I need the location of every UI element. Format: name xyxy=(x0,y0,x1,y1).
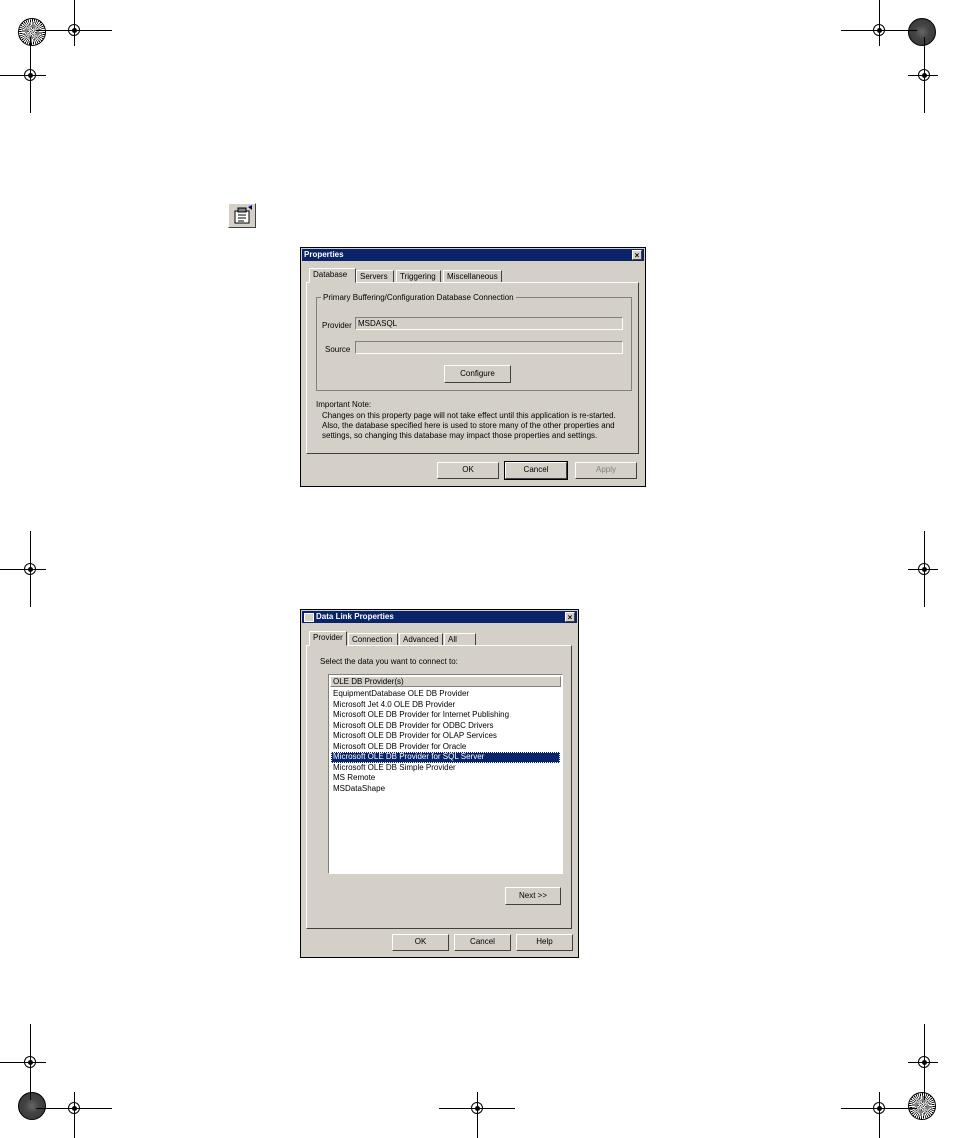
color-target-icon xyxy=(908,1092,936,1120)
provider-field[interactable]: MSDASQL xyxy=(355,317,623,330)
properties-title: Properties xyxy=(304,250,344,259)
color-target-icon xyxy=(18,18,46,46)
cancel-button[interactable]: Cancel xyxy=(454,934,511,951)
close-icon[interactable]: × xyxy=(565,612,575,622)
list-item[interactable]: Microsoft OLE DB Provider for Oracle xyxy=(331,742,560,753)
properties-title-bar[interactable]: Properties × xyxy=(302,249,644,261)
source-field[interactable] xyxy=(355,341,623,354)
close-icon[interactable]: × xyxy=(632,250,642,260)
tab-provider[interactable]: Provider xyxy=(309,631,347,646)
data-link-dialog: Data Link Properties × Provider Connecti… xyxy=(300,609,579,958)
provider-list[interactable]: OLE DB Provider(s) EquipmentDatabase OLE… xyxy=(328,674,563,874)
ok-button[interactable]: OK xyxy=(392,934,449,951)
list-item[interactable]: MSDataShape xyxy=(331,784,560,795)
cancel-button[interactable]: Cancel xyxy=(504,461,568,480)
properties-dialog: Properties × Database Servers Triggering… xyxy=(300,247,646,487)
list-item[interactable]: Microsoft OLE DB Simple Provider xyxy=(331,763,560,774)
select-data-instruction: Select the data you want to connect to: xyxy=(320,657,458,666)
data-link-app-icon xyxy=(304,613,314,622)
provider-list-header[interactable]: OLE DB Provider(s) xyxy=(330,676,561,687)
help-button[interactable]: Help xyxy=(516,934,573,951)
connection-group-label: Primary Buffering/Configuration Database… xyxy=(321,293,516,302)
list-item[interactable]: Microsoft OLE DB Provider for ODBC Drive… xyxy=(331,721,560,732)
source-label: Source xyxy=(325,345,351,354)
provider-tab-panel: Select the data you want to connect to: … xyxy=(306,645,572,929)
ok-button[interactable]: OK xyxy=(437,462,499,479)
data-link-title-bar[interactable]: Data Link Properties × xyxy=(302,611,577,623)
list-item[interactable]: Microsoft Jet 4.0 OLE DB Provider xyxy=(331,700,560,711)
note-line: Also, the database specified here is use… xyxy=(322,421,615,430)
configure-button[interactable]: Configure xyxy=(444,365,511,383)
next-button[interactable]: Next >> xyxy=(505,887,561,905)
data-link-title: Data Link Properties xyxy=(316,612,394,621)
note-line: settings, so changing this database may … xyxy=(322,431,598,440)
provider-label: Provider xyxy=(322,321,352,330)
apply-button[interactable]: Apply xyxy=(575,462,637,479)
note-line: Changes on this property page will not t… xyxy=(322,411,616,420)
list-item[interactable]: Microsoft OLE DB Provider for Internet P… xyxy=(331,710,560,721)
list-item[interactable]: EquipmentDatabase OLE DB Provider xyxy=(331,689,560,700)
list-item[interactable]: MS Remote xyxy=(331,773,560,784)
tab-database[interactable]: Database xyxy=(309,268,356,283)
properties-icon[interactable] xyxy=(228,203,256,228)
color-target-icon xyxy=(908,18,936,46)
important-note-heading: Important Note: xyxy=(316,400,372,409)
database-tab-panel: Primary Buffering/Configuration Database… xyxy=(306,282,639,454)
list-item-selected[interactable]: Microsoft OLE DB Provider for SQL Server xyxy=(331,752,560,763)
color-target-icon xyxy=(18,1092,46,1120)
list-item[interactable]: Microsoft OLE DB Provider for OLAP Servi… xyxy=(331,731,560,742)
